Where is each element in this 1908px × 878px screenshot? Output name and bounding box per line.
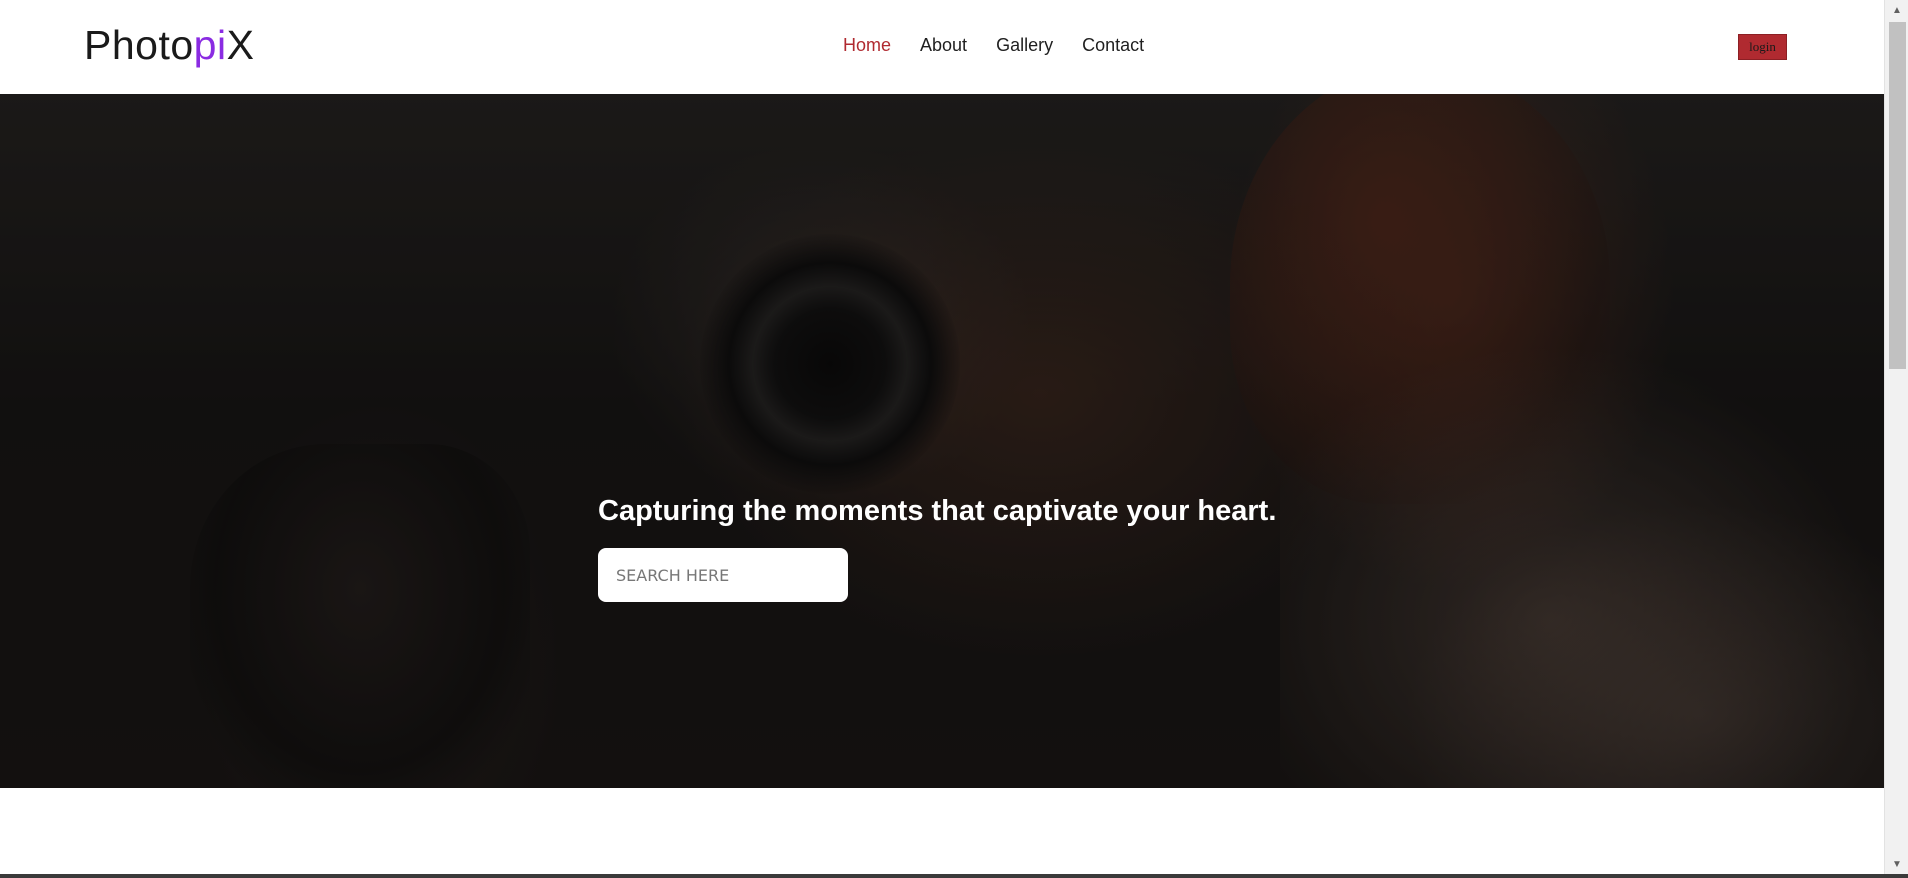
hero-banner: Capturing the moments that captivate you…: [0, 94, 1884, 788]
nav-link-about[interactable]: About: [920, 35, 967, 56]
window-bottom-edge: [0, 874, 1908, 878]
logo-suffix: X: [226, 22, 255, 68]
search-input[interactable]: [598, 548, 848, 602]
logo-prefix: Photo: [84, 22, 194, 68]
logo-accent: pi: [193, 22, 227, 68]
nav-link-home[interactable]: Home: [843, 35, 891, 56]
login-button[interactable]: login: [1738, 34, 1787, 60]
hero-overlay: [0, 94, 1884, 788]
site-header: PhotopiX Home About Gallery Contact logi…: [0, 0, 1884, 94]
nav-link-contact[interactable]: Contact: [1082, 35, 1144, 56]
scrollbar-thumb[interactable]: [1889, 22, 1906, 369]
chevron-down-icon[interactable]: ▼: [1885, 856, 1908, 874]
nav-link-gallery[interactable]: Gallery: [996, 35, 1053, 56]
vertical-scrollbar[interactable]: ▲ ▼: [1884, 0, 1908, 874]
hero-headline: Capturing the moments that captivate you…: [598, 495, 1277, 527]
logo[interactable]: PhotopiX: [84, 22, 254, 69]
chevron-up-icon[interactable]: ▲: [1885, 2, 1908, 20]
main-nav: Home About Gallery Contact: [843, 35, 1173, 56]
page: PhotopiX Home About Gallery Contact logi…: [0, 0, 1908, 878]
